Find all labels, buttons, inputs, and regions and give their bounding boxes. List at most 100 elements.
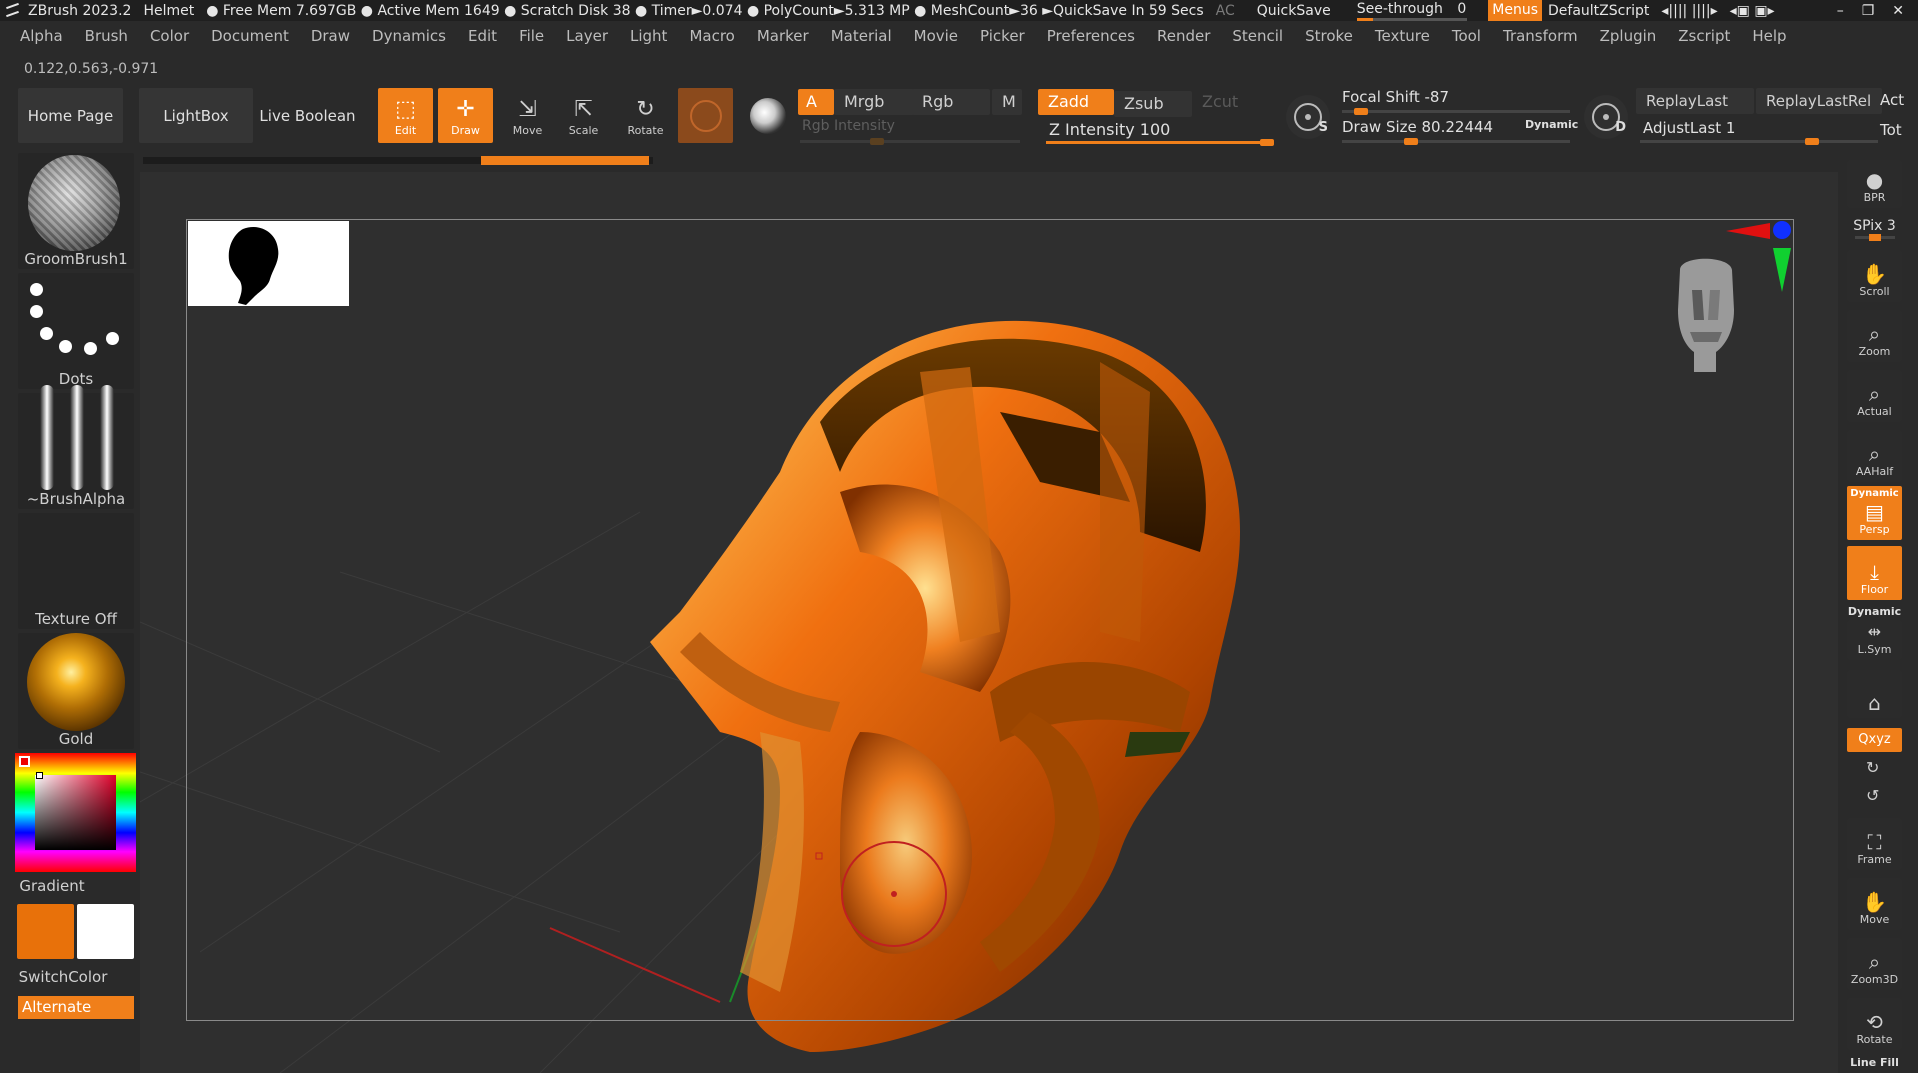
menu-preferences[interactable]: Preferences [1047, 27, 1135, 49]
scroll-button[interactable]: ✋ Scroll [1847, 250, 1902, 302]
draw-mode-button[interactable]: ✛ Draw [438, 88, 493, 143]
menu-brush[interactable]: Brush [85, 27, 128, 49]
restore-icon[interactable]: ❐ [1862, 3, 1875, 19]
menu-light[interactable]: Light [630, 27, 667, 49]
focal-shift-knob[interactable] [1354, 108, 1368, 115]
menu-render[interactable]: Render [1157, 27, 1210, 49]
replay-last-rel-button[interactable]: ReplayLastRel [1756, 88, 1882, 114]
default-zscript-button[interactable]: DefaultZScript [1548, 3, 1649, 19]
gizmo-y-axis-icon[interactable] [1773, 248, 1791, 292]
menu-draw[interactable]: Draw [311, 27, 350, 49]
menu-stencil[interactable]: Stencil [1232, 27, 1283, 49]
dynamic-size-toggle[interactable]: Dynamic [1525, 118, 1578, 131]
xyz-rotate-toggle[interactable]: Qxyz [1847, 728, 1902, 752]
spix-slider[interactable] [1855, 234, 1895, 241]
see-through-slider[interactable]: See-through 0 [1356, 1, 1467, 21]
rotate-mode-button[interactable]: ↻ Rotate [618, 88, 673, 143]
frame-button[interactable]: ⛶ Frame [1847, 818, 1902, 870]
ac-label[interactable]: AC [1216, 3, 1235, 19]
floor-button[interactable]: ⤓ Floor [1847, 546, 1902, 600]
hue-marker[interactable] [19, 756, 30, 767]
z-intensity-slider[interactable] [1046, 139, 1274, 146]
menu-color[interactable]: Color [150, 27, 189, 49]
menu-macro[interactable]: Macro [689, 27, 734, 49]
replay-last-button[interactable]: ReplayLast [1636, 88, 1754, 114]
zoom-button[interactable]: ⌕ Zoom [1847, 310, 1902, 362]
material-preview-button[interactable] [678, 88, 733, 143]
menu-dynamics[interactable]: Dynamics [372, 27, 446, 49]
lsym-button[interactable]: ⇹ L.Sym [1847, 620, 1902, 660]
rgb-intensity-knob[interactable] [870, 138, 884, 145]
rotate-view-button[interactable]: ⟲ Rotate [1847, 998, 1902, 1050]
orientation-head-icon[interactable] [1670, 250, 1744, 374]
menu-help[interactable]: Help [1752, 27, 1786, 49]
edit-mode-button[interactable]: ⬚ Edit [378, 88, 433, 143]
m-toggle[interactable]: M [992, 89, 1022, 115]
bpr-button[interactable]: ● BPR [1847, 160, 1902, 208]
menu-layer[interactable]: Layer [566, 27, 608, 49]
menu-marker[interactable]: Marker [757, 27, 809, 49]
live-boolean-button[interactable]: Live Boolean [257, 88, 358, 143]
y-rotate-icon[interactable]: ↻ [1866, 758, 1879, 777]
matcap-sphere-button[interactable] [740, 88, 795, 143]
zsub-toggle[interactable]: Zsub [1114, 91, 1192, 117]
z-intensity-knob[interactable] [1260, 139, 1274, 146]
zcut-toggle[interactable]: Zcut [1192, 89, 1262, 115]
menu-tool[interactable]: Tool [1452, 27, 1481, 49]
menu-alpha[interactable]: Alpha [20, 27, 63, 49]
adjust-last-knob[interactable] [1805, 138, 1819, 145]
adjust-last-slider[interactable] [1640, 138, 1878, 145]
sv-marker[interactable] [36, 772, 43, 779]
gizmo-x-axis-icon[interactable] [1726, 223, 1770, 239]
move-view-button[interactable]: ✋ Move [1847, 878, 1902, 930]
menu-texture[interactable]: Texture [1375, 27, 1430, 49]
toolbar-scroll-thumb[interactable] [481, 156, 649, 165]
menu-transform[interactable]: Transform [1503, 27, 1578, 49]
menu-document[interactable]: Document [211, 27, 289, 49]
spix-label[interactable]: SPix 3 [1847, 218, 1902, 234]
mrgb-toggle[interactable]: Mrgb [834, 89, 914, 115]
menu-edit[interactable]: Edit [468, 27, 497, 49]
scale-mode-button[interactable]: ⇱ Scale [556, 88, 611, 143]
line-fill-label[interactable]: Line Fill [1847, 1056, 1902, 1069]
minimize-icon[interactable]: – [1837, 3, 1844, 19]
menus-toggle-button[interactable]: Menus [1488, 0, 1543, 21]
secondary-color-swatch[interactable] [77, 904, 134, 959]
a-toggle[interactable]: A [798, 89, 834, 115]
actual-button[interactable]: ⌕ Actual [1847, 370, 1902, 422]
home-page-button[interactable]: Home Page [18, 88, 123, 143]
draw-size-slider[interactable] [1342, 138, 1570, 145]
aahalf-button[interactable]: ⌕ AAHalf [1847, 430, 1902, 482]
focal-shift-slider[interactable] [1342, 108, 1570, 115]
menu-picker[interactable]: Picker [980, 27, 1025, 49]
see-through-track[interactable] [1356, 18, 1467, 21]
menu-stroke[interactable]: Stroke [1305, 27, 1353, 49]
rgb-intensity-slider[interactable] [800, 138, 1020, 145]
zadd-toggle[interactable]: Zadd [1038, 89, 1114, 115]
persp-button[interactable]: Dynamic ▤ Persp [1847, 486, 1902, 540]
draw-size-knob[interactable] [1404, 138, 1418, 145]
stroke-s-button[interactable]: S [1286, 95, 1330, 139]
close-icon[interactable]: ✕ [1892, 3, 1904, 19]
layout-arrows-icon[interactable]: ◂|||| ||||▸ [1661, 3, 1717, 19]
zoom3d-button[interactable]: ⌕ Zoom3D [1847, 938, 1902, 990]
alternate-button[interactable]: Alternate [18, 996, 134, 1019]
rgb-toggle[interactable]: Rgb [912, 89, 990, 115]
move-mode-button[interactable]: ⇲ Move [500, 88, 555, 143]
switch-color-button[interactable]: SwitchColor [0, 968, 126, 986]
z-rotate-icon[interactable]: ↺ [1866, 786, 1879, 805]
menu-movie[interactable]: Movie [914, 27, 958, 49]
menu-zscript[interactable]: Zscript [1678, 27, 1730, 49]
menu-file[interactable]: File [519, 27, 544, 49]
lightbox-button[interactable]: LightBox [139, 88, 253, 143]
stroke-d-button[interactable]: D [1584, 95, 1628, 139]
main-color-swatch[interactable] [17, 904, 74, 959]
gradient-label[interactable]: Gradient [0, 877, 104, 895]
lock-camera-button[interactable]: ⌂ [1847, 670, 1902, 718]
menu-zplugin[interactable]: Zplugin [1600, 27, 1657, 49]
gizmo-z-axis-icon[interactable] [1773, 221, 1791, 239]
color-picker-saturation[interactable] [35, 775, 116, 850]
menu-material[interactable]: Material [831, 27, 892, 49]
navigator-thumbnail[interactable] [188, 221, 349, 306]
quicksave-button[interactable]: QuickSave [1257, 3, 1331, 19]
